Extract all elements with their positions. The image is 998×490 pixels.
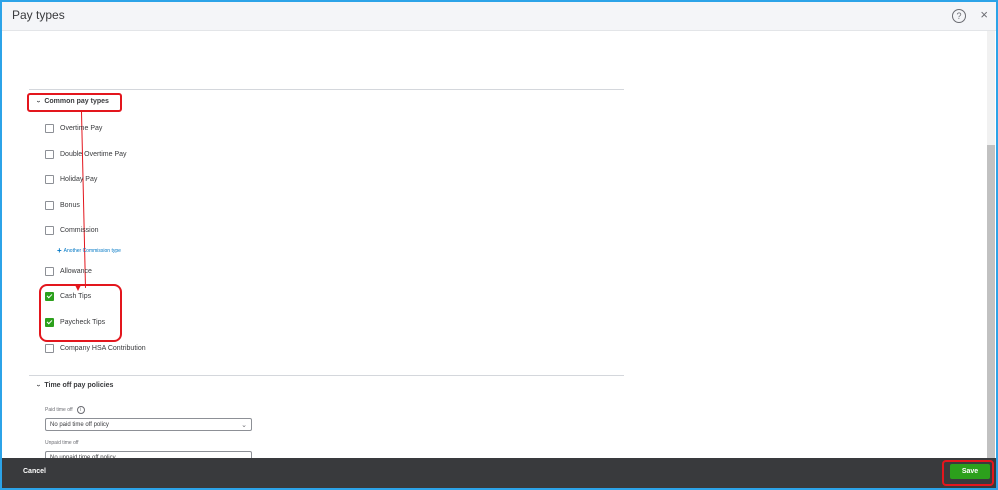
pay-type-label: Double Overtime Pay	[60, 151, 127, 158]
pay-type-label: Bonus	[60, 202, 80, 209]
checkbox[interactable]	[45, 201, 54, 210]
section-heading: Time off pay policies	[44, 382, 114, 389]
cancel-button[interactable]: Cancel	[23, 468, 46, 475]
common-pay-types-toggle[interactable]: › Common pay types	[34, 98, 109, 105]
chevron-down-icon: ›	[34, 100, 42, 103]
pay-type-cash-tips[interactable]: Cash Tips	[45, 292, 91, 301]
pay-type-label: Company HSA Contribution	[60, 345, 146, 352]
checkbox-checked[interactable]	[45, 292, 54, 301]
scrollbar-thumb[interactable]	[987, 145, 995, 460]
divider	[29, 375, 624, 376]
annotation-arrow	[81, 111, 86, 288]
pay-type-company-hsa[interactable]: Company HSA Contribution	[45, 344, 146, 353]
pay-type-double-overtime[interactable]: Double Overtime Pay	[45, 150, 127, 159]
pay-type-label: Allowance	[60, 268, 92, 275]
pay-type-label: Cash Tips	[60, 293, 92, 300]
pay-type-bonus[interactable]: Bonus	[45, 201, 80, 210]
pay-type-label: Holiday Pay	[60, 176, 98, 183]
pay-type-label: Paycheck Tips	[60, 319, 106, 326]
link-label: Another Commission type	[63, 247, 121, 254]
checkbox-checked[interactable]	[45, 318, 54, 327]
chevron-down-icon: ›	[34, 384, 42, 387]
plus-icon: +	[57, 246, 62, 255]
paid-time-off-label: Paid time off i	[45, 406, 85, 414]
unpaid-time-off-label: Unpaid time off	[45, 440, 79, 446]
pay-type-label: Commission	[60, 227, 99, 234]
checkbox[interactable]	[45, 124, 54, 133]
checkbox[interactable]	[45, 267, 54, 276]
checkbox[interactable]	[45, 226, 54, 235]
dialog-footer: Cancel Save	[2, 458, 996, 488]
pay-types-dialog: Pay types ? × › Common pay types Overtim…	[0, 0, 998, 490]
pay-type-paycheck-tips[interactable]: Paycheck Tips	[45, 318, 105, 327]
time-off-toggle[interactable]: › Time off pay policies	[34, 382, 114, 389]
pay-type-overtime[interactable]: Overtime Pay	[45, 124, 102, 133]
save-button[interactable]: Save	[950, 464, 990, 479]
field-label-text: Unpaid time off	[45, 440, 79, 446]
select-value: No paid time off policy	[50, 422, 109, 428]
info-icon[interactable]: i	[76, 406, 85, 414]
pay-type-label: Overtime Pay	[60, 125, 103, 132]
dialog-header: Pay types ? ×	[2, 2, 996, 31]
pay-type-commission[interactable]: Commission	[45, 226, 99, 235]
dialog-title: Pay types	[12, 8, 65, 22]
help-icon[interactable]: ?	[952, 9, 966, 23]
checkbox[interactable]	[45, 175, 54, 184]
add-commission-link[interactable]: + Another Commission type	[57, 246, 121, 255]
close-icon[interactable]: ×	[980, 7, 988, 22]
section-heading: Common pay types	[44, 98, 109, 105]
pay-type-holiday[interactable]: Holiday Pay	[45, 175, 97, 184]
checkbox[interactable]	[45, 150, 54, 159]
pay-type-allowance[interactable]: Allowance	[45, 267, 92, 276]
field-label-text: Paid time off	[45, 407, 73, 413]
checkbox[interactable]	[45, 344, 54, 353]
chevron-down-icon: ⌄	[241, 422, 247, 429]
divider	[29, 89, 624, 90]
paid-time-off-select[interactable]: No paid time off policy ⌄	[45, 418, 252, 431]
